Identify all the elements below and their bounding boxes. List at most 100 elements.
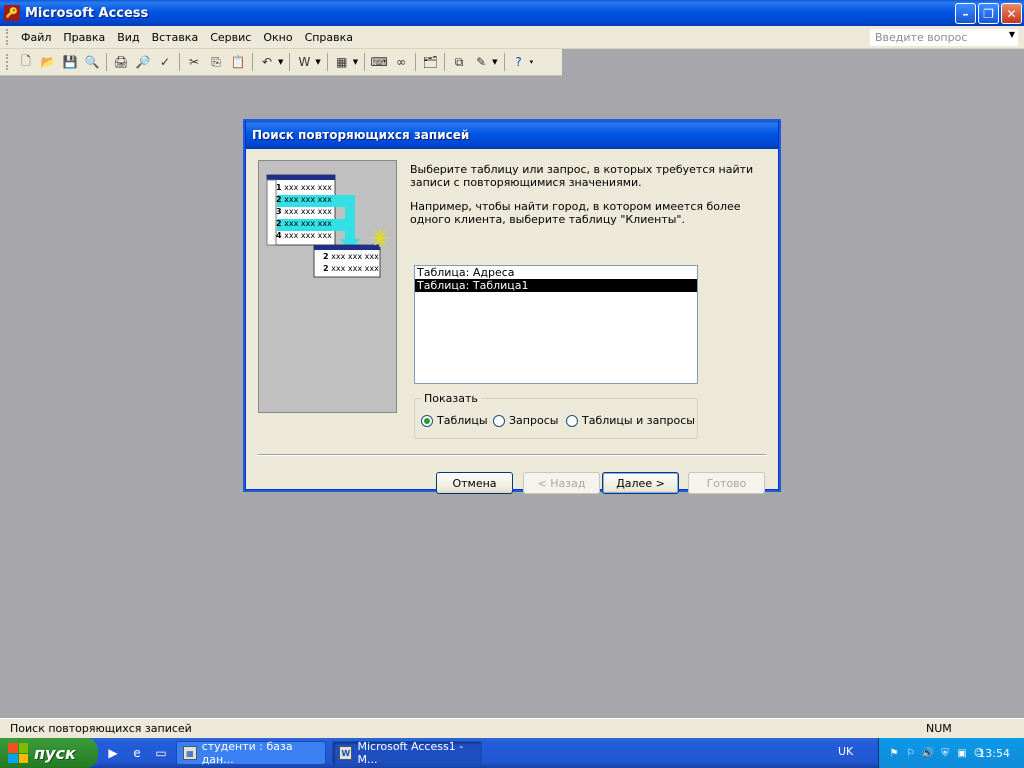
taskbar-item-label: студенти : база дан... — [201, 740, 293, 766]
chevron-down-icon[interactable]: ▼ — [278, 58, 283, 66]
menu-edit[interactable]: Правка — [57, 29, 111, 46]
language-indicator[interactable]: UK — [838, 745, 853, 758]
flag-icon[interactable]: ⚐ — [904, 746, 918, 760]
copy-icon[interactable]: ⎘ — [206, 52, 226, 72]
access-key-icon[interactable]: 🔑 — [4, 5, 20, 21]
office-links-icon[interactable]: W — [294, 52, 314, 72]
row-cells: xxx xxx xxx — [331, 252, 379, 261]
shield-icon[interactable]: ⛨ — [938, 746, 952, 760]
clock[interactable]: 13:54 — [978, 747, 1010, 760]
illustration-row: 2 xxx xxx xxx — [323, 251, 379, 263]
new-object-icon[interactable]: ✎ — [471, 52, 491, 72]
radio-icon[interactable] — [493, 414, 505, 427]
media-player-icon[interactable]: ▶ — [104, 744, 122, 762]
toolbar-separator — [415, 53, 417, 71]
menu-file[interactable]: Файл — [15, 29, 57, 46]
toolbar-separator — [106, 53, 107, 71]
new-icon[interactable]: 🗋 — [16, 52, 36, 72]
start-label: пуск — [34, 743, 76, 763]
illustration-row: 2 xxx xxx xxx — [276, 194, 336, 206]
cut-icon[interactable]: ✂ — [184, 52, 204, 72]
analyze-icon[interactable]: ▦ — [332, 52, 352, 72]
menu-help[interactable]: Справка — [299, 29, 359, 46]
print-icon[interactable]: 🖨 — [111, 52, 131, 72]
close-button[interactable]: ✕ — [1001, 3, 1022, 24]
database-window-icon: ▦ — [183, 746, 197, 760]
row-number: 2 — [276, 195, 282, 204]
chevron-down-icon[interactable]: ▼ — [353, 58, 358, 66]
script-icon[interactable]: ∞ — [391, 52, 411, 72]
taskbar-item-access[interactable]: W Microsoft Access1 - M... — [332, 740, 482, 766]
menu-window[interactable]: Окно — [257, 29, 298, 46]
list-item-selected[interactable]: Таблица: Таблица1 — [415, 279, 697, 292]
file-search-icon[interactable]: 🔍 — [82, 52, 102, 72]
toolbar-grip[interactable] — [6, 54, 9, 70]
row-cells: xxx xxx xxx — [284, 183, 332, 192]
relationships-icon[interactable]: ⧉ — [449, 52, 469, 72]
window-title: Microsoft Access — [25, 5, 149, 21]
menu-tools[interactable]: Сервис — [204, 29, 257, 46]
illustration-row: 4 xxx xxx xxx — [276, 230, 336, 242]
cancel-button[interactable]: Отмена — [436, 472, 513, 494]
radio-queries[interactable]: Запросы — [493, 414, 558, 427]
volume-icon[interactable]: 🔊 — [921, 746, 935, 760]
code-icon[interactable]: ⌨ — [369, 52, 389, 72]
save-icon[interactable]: 💾 — [60, 52, 80, 72]
print-preview-icon[interactable]: 🔎 — [133, 52, 153, 72]
radio-queries-label[interactable]: Запросы — [509, 414, 558, 427]
chevron-down-icon[interactable]: ▼ — [315, 58, 320, 66]
illustration-row: 3 xxx xxx xxx — [276, 206, 336, 218]
database-toolbar: 🗋 📂 💾 🔍 🖨 🔎 ✓ ✂ ⎘ 📋 ↶ ▼ W ▼ ▦ ▼ ⌨ ∞ 🗂 ⧉ … — [0, 49, 562, 76]
help-question-input[interactable]: Введите вопрос ▼ — [870, 29, 1018, 46]
menu-bar: Файл Правка Вид Вставка Сервис Окно Спра… — [0, 26, 1024, 49]
row-cells: xxx xxx xxx — [284, 231, 332, 240]
finish-button[interactable]: Готово — [688, 472, 765, 494]
toolbar-separator — [289, 53, 291, 71]
access-app-icon: W — [339, 746, 353, 760]
row-cells: xxx xxx xxx — [284, 219, 332, 228]
next-button[interactable]: Далее > — [602, 472, 679, 494]
app-title-bar[interactable]: 🔑 Microsoft Access – ❐ ✕ — [0, 0, 1024, 26]
menu-insert[interactable]: Вставка — [146, 29, 205, 46]
restore-button[interactable]: ❐ — [978, 3, 999, 24]
taskbar: пуск ▶ e ▭ ▦ студенти : база дан... W Mi… — [0, 738, 1024, 768]
menu-grip[interactable] — [6, 29, 9, 45]
paste-icon[interactable]: 📋 — [228, 52, 248, 72]
properties-icon[interactable]: 🗂 — [420, 52, 440, 72]
toolbar-separator — [179, 53, 180, 71]
show-desktop-icon[interactable]: ▭ — [152, 744, 170, 762]
row-number: 1 — [276, 183, 282, 192]
row-cells: xxx xxx xxx — [284, 207, 332, 216]
start-button[interactable]: пуск — [0, 738, 98, 768]
tables-listbox[interactable]: Таблица: Адреса Таблица: Таблица1 — [414, 265, 698, 384]
illustration-row: 2 xxx xxx xxx — [276, 218, 336, 230]
instruction-text: Выберите таблицу или запрос, в которых т… — [410, 163, 754, 189]
radio-tables[interactable]: Таблицы — [421, 414, 488, 427]
spelling-icon[interactable]: ✓ — [155, 52, 175, 72]
menu-view[interactable]: Вид — [111, 29, 145, 46]
help-icon[interactable]: ? — [509, 52, 529, 72]
radio-tables-label[interactable]: Таблицы — [437, 414, 488, 427]
radio-icon[interactable] — [566, 414, 578, 427]
minimize-button[interactable]: – — [955, 3, 976, 24]
chevron-down-icon[interactable]: ▼ — [1009, 30, 1015, 39]
internet-explorer-icon[interactable]: e — [128, 744, 146, 762]
list-item[interactable]: Таблица: Адреса — [415, 266, 697, 279]
show-group-label: Показать — [421, 392, 481, 405]
toolbar-options-icon[interactable]: ▾ — [530, 58, 534, 66]
network-icon[interactable]: ⚑ — [887, 746, 901, 760]
back-button[interactable]: < Назад — [523, 472, 600, 494]
radio-both-label[interactable]: Таблицы и запросы — [582, 414, 695, 427]
chevron-down-icon[interactable]: ▼ — [492, 58, 497, 66]
open-icon[interactable]: 📂 — [38, 52, 58, 72]
radio-selected-icon[interactable] — [421, 414, 433, 427]
radio-both[interactable]: Таблицы и запросы — [566, 414, 695, 427]
taskbar-item-database[interactable]: ▦ студенти : база дан... — [176, 740, 326, 766]
system-tray: ⚑ ⚐ 🔊 ⛨ ▣ ☺ 13:54 — [878, 738, 1024, 768]
undo-icon[interactable]: ↶ — [257, 52, 277, 72]
dialog-title[interactable]: Поиск повторяющихся записей — [246, 121, 778, 149]
tray-app-icon[interactable]: ▣ — [955, 746, 969, 760]
illustration-row: 1 xxx xxx xxx — [276, 182, 336, 194]
example-text: Например, чтобы найти город, в котором и… — [410, 200, 741, 226]
row-number: 2 — [323, 264, 329, 273]
